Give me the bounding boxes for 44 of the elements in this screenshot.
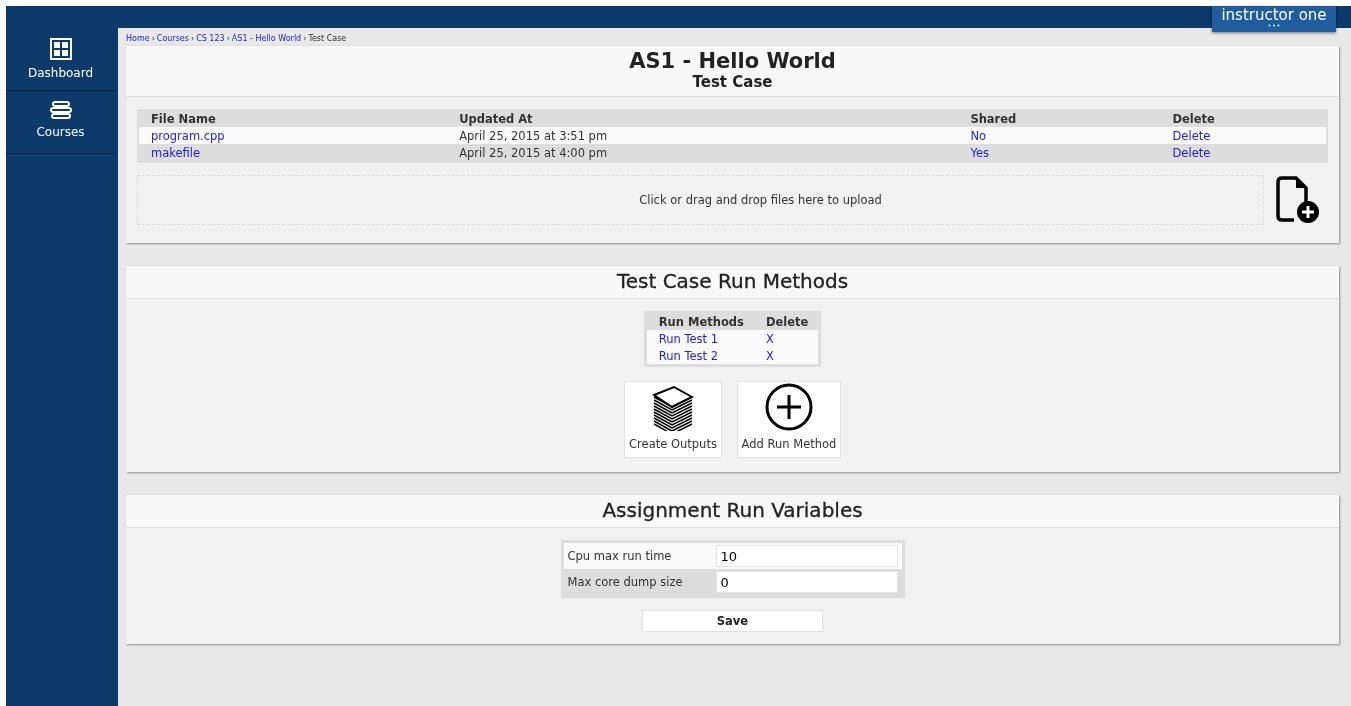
delete-link[interactable]: Delete	[1172, 145, 1211, 160]
delete-link[interactable]: X	[765, 331, 774, 346]
paper-stack-icon	[652, 385, 694, 431]
books-icon	[49, 101, 72, 119]
breadcrumb-separator: ›	[190, 34, 195, 43]
shared-toggle-link[interactable]: Yes	[970, 145, 989, 160]
field-label: Max core dump size	[567, 575, 683, 589]
add-run-method-button[interactable]: Add Run Method	[737, 381, 841, 458]
shared-toggle-link[interactable]: No	[970, 128, 987, 143]
table-cell: April 25, 2015 at 3:51 pm	[447, 127, 959, 144]
column-header: Delete	[1160, 110, 1327, 127]
more-icon	[1268, 24, 1280, 27]
sidebar-item[interactable]: Courses	[6, 91, 115, 154]
breadcrumb-separator: ›	[303, 34, 307, 43]
breadcrumb-link[interactable]: AS1 - Hello World	[231, 34, 302, 43]
delete-link[interactable]: X	[765, 348, 774, 363]
file-link[interactable]: makefile	[151, 145, 201, 160]
table-cell: April 25, 2015 at 4:00 pm	[447, 144, 959, 162]
breadcrumb-link[interactable]: CS 123	[196, 34, 225, 43]
column-header: Shared	[958, 110, 1161, 127]
sidebar-item[interactable]: Dashboard	[6, 28, 115, 91]
column-header: Delete	[753, 312, 820, 330]
page-title: AS1 - Hello World	[628, 49, 837, 73]
dropzone-text: Click or drag and drop files here to upload	[639, 193, 882, 207]
field-label: Cpu max run time	[567, 549, 672, 563]
section-title: Test Case Run Methods	[615, 269, 850, 293]
section-title: Assignment Run Variables	[601, 498, 864, 522]
plus-circle-icon	[765, 383, 813, 431]
upload-dropzone[interactable]: Click or drag and drop files here to upload	[137, 175, 1264, 225]
column-header: Run Methods	[645, 312, 754, 330]
save-button[interactable]: Save	[642, 610, 823, 632]
column-header: Updated At	[447, 110, 959, 127]
breadcrumb-separator: ›	[226, 34, 230, 43]
user-menu-button[interactable]: instructor one	[1212, 6, 1336, 32]
breadcrumb-link[interactable]: Home	[126, 34, 150, 43]
breadcrumb-separator: ›	[151, 34, 155, 43]
grid-icon	[49, 38, 72, 60]
column-header: File Name	[138, 110, 448, 127]
create-outputs-button[interactable]: Create Outputs	[624, 381, 722, 458]
page-subtitle: Test Case	[691, 73, 774, 91]
breadcrumb-current: Test Case	[308, 34, 347, 43]
breadcrumb-link[interactable]: Courses	[156, 34, 189, 43]
input-field[interactable]: 10	[715, 545, 898, 567]
input-field[interactable]: 0	[715, 571, 898, 593]
